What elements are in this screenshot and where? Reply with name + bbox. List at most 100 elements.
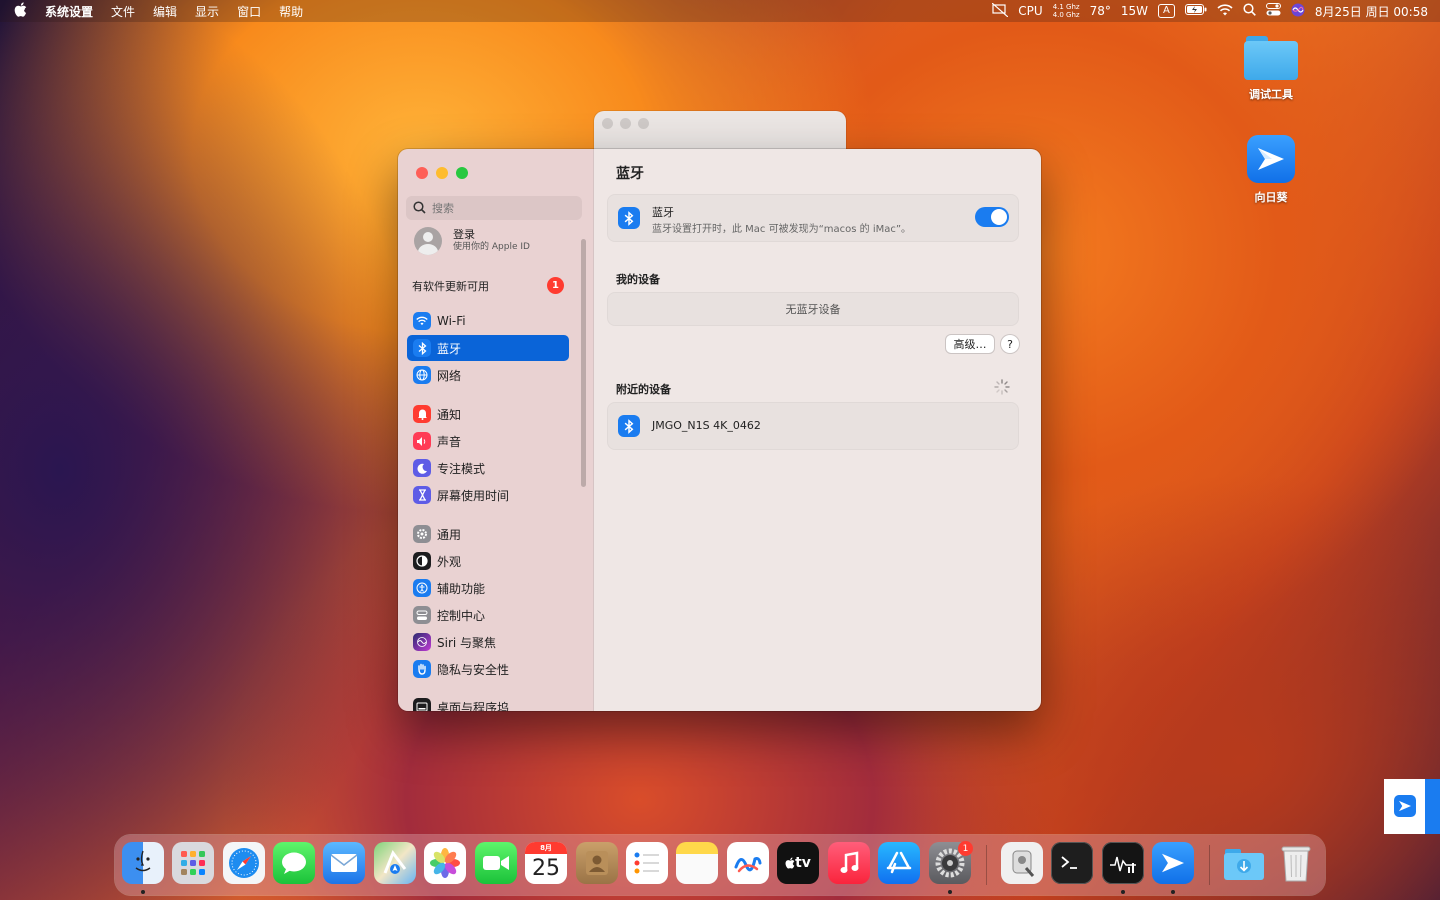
search-input[interactable]	[430, 200, 574, 216]
trash-icon[interactable]	[1275, 842, 1317, 884]
notes-icon[interactable]	[676, 842, 718, 884]
zoom-window-button[interactable]	[456, 167, 468, 179]
bluetooth-title: 蓝牙	[652, 206, 674, 219]
music-icon[interactable]	[828, 842, 870, 884]
finder-icon[interactable]	[122, 842, 164, 884]
sidebar-item-label: Siri 与聚焦	[437, 635, 497, 650]
menu-help[interactable]: 帮助	[279, 3, 303, 20]
wifi-status-icon[interactable]	[1217, 3, 1233, 19]
nearby-device-row[interactable]: JMGO_N1S 4K_0462	[608, 403, 1018, 449]
sidebar: 登录 使用你的 Apple ID 有软件更新可用 1 Wi-Fi 蓝牙 网络	[398, 149, 594, 711]
sidebar-item-appearance[interactable]: 外观	[407, 548, 569, 574]
sidebar-item-general[interactable]: 通用	[407, 521, 569, 547]
temperature-readout[interactable]: 78°	[1090, 4, 1111, 18]
menu-app-name[interactable]: 系统设置	[45, 3, 93, 20]
app-store-icon[interactable]	[878, 842, 920, 884]
sidebar-item-screen-time[interactable]: 屏幕使用时间	[407, 482, 569, 508]
disk-utility-icon[interactable]	[1001, 842, 1043, 884]
window-controls	[416, 167, 468, 179]
downloads-folder-icon[interactable]	[1223, 842, 1265, 884]
safari-icon[interactable]	[223, 842, 265, 884]
menubar-clock[interactable]: 8月25日 周日 00:58	[1315, 3, 1428, 20]
sidebar-scrollbar[interactable]	[581, 239, 586, 487]
moon-icon	[413, 459, 431, 477]
menu-view[interactable]: 显示	[195, 3, 219, 20]
messages-icon[interactable]	[273, 842, 315, 884]
background-window[interactable]	[594, 111, 846, 151]
cpu-frequency[interactable]: 4.1 Ghz 4.0 Ghz	[1053, 3, 1080, 19]
speaker-icon	[413, 432, 431, 450]
activity-monitor-icon[interactable]	[1102, 842, 1144, 884]
bluetooth-toggle[interactable]	[975, 207, 1009, 227]
sidebar-item-desktop-dock[interactable]: 桌面与程序坞	[407, 694, 569, 711]
software-update-row[interactable]: 有软件更新可用 1	[412, 277, 564, 294]
apple-tv-label: tv	[795, 855, 811, 871]
sidebar-item-notifications[interactable]: 通知	[407, 401, 569, 427]
apple-menu-icon[interactable]	[14, 2, 27, 20]
sidebar-item-accessibility[interactable]: 辅助功能	[407, 575, 569, 601]
desktop-folder-debug-tools[interactable]: 调试工具	[1231, 36, 1311, 102]
calendar-icon[interactable]: 8月 25	[525, 842, 567, 884]
running-indicator	[1121, 890, 1125, 894]
menu-file[interactable]: 文件	[111, 3, 135, 20]
battery-icon[interactable]	[1184, 4, 1207, 18]
sunlogin-floating-widget[interactable]	[1384, 779, 1440, 834]
nearby-devices-heading: 附近的设备	[616, 383, 671, 396]
sidebar-item-network[interactable]: 网络	[407, 362, 569, 388]
sidebar-item-control-center[interactable]: 控制中心	[407, 602, 569, 628]
sidebar-item-focus[interactable]: 专注模式	[407, 455, 569, 481]
menu-edit[interactable]: 编辑	[153, 3, 177, 20]
help-button[interactable]: ?	[1001, 335, 1019, 353]
cpu-label[interactable]: CPU	[1018, 4, 1042, 18]
sidebar-item-label: 桌面与程序坞	[437, 700, 510, 712]
freeform-icon[interactable]	[727, 842, 769, 884]
minimize-window-button[interactable]	[436, 167, 448, 179]
folder-icon	[1244, 36, 1298, 80]
sidebar-item-privacy[interactable]: 隐私与安全性	[407, 656, 569, 682]
siri-icon[interactable]	[1291, 3, 1305, 20]
maps-icon[interactable]	[374, 842, 416, 884]
account-title: 登录	[453, 228, 475, 241]
my-devices-list: 无蓝牙设备	[608, 293, 1018, 325]
close-window-button[interactable]	[416, 167, 428, 179]
running-indicator	[141, 890, 145, 894]
apple-id-login[interactable]: 登录 使用你的 Apple ID	[414, 227, 530, 255]
loading-spinner-icon	[994, 379, 1010, 395]
cpu-freq-1: 4.1 Ghz	[1052, 3, 1080, 11]
input-method-icon[interactable]: A	[1158, 4, 1175, 18]
sidebar-item-label: 隐私与安全性	[437, 662, 510, 677]
sidebar-item-sound[interactable]: 声音	[407, 428, 569, 454]
apple-tv-icon[interactable]: tv	[777, 842, 819, 884]
control-center-icon[interactable]	[1265, 3, 1281, 19]
cpu-freq-2: 4.0 Ghz	[1052, 11, 1080, 19]
dock-separator	[986, 845, 987, 885]
terminal-icon[interactable]	[1051, 842, 1093, 884]
reminders-icon[interactable]	[626, 842, 668, 884]
menu-window[interactable]: 窗口	[237, 3, 261, 20]
desktop-app-sunlogin[interactable]: 向日葵	[1231, 135, 1311, 205]
search-field[interactable]	[406, 196, 582, 220]
spotlight-search-icon[interactable]	[1243, 3, 1256, 19]
sidebar-item-wifi[interactable]: Wi-Fi	[407, 308, 569, 334]
settings-update-badge: 1	[958, 841, 973, 856]
sidebar-item-bluetooth[interactable]: 蓝牙	[407, 335, 569, 361]
contacts-icon[interactable]	[576, 842, 618, 884]
sunlogin-icon[interactable]	[1152, 842, 1194, 884]
sidebar-item-siri[interactable]: Siri 与聚焦	[407, 629, 569, 655]
photos-icon[interactable]	[424, 842, 466, 884]
launchpad-icon[interactable]	[172, 842, 214, 884]
dock: 8月 25 tv 1	[115, 835, 1325, 895]
bluetooth-toggle-card: 蓝牙 蓝牙设置打开时，此 Mac 可被发现为“macos 的 iMac”。	[608, 195, 1018, 241]
facetime-icon[interactable]	[475, 842, 517, 884]
desktop-icon-label: 向日葵	[1254, 191, 1288, 204]
system-settings-window: 登录 使用你的 Apple ID 有软件更新可用 1 Wi-Fi 蓝牙 网络	[398, 149, 1041, 711]
power-readout[interactable]: 15W	[1121, 4, 1148, 18]
hand-icon	[413, 660, 431, 678]
advanced-button[interactable]: 高级…	[946, 335, 994, 353]
widget-handle[interactable]	[1425, 779, 1440, 834]
display-mirror-icon[interactable]	[991, 2, 1009, 20]
wifi-icon	[413, 312, 431, 330]
bluetooth-icon	[413, 339, 431, 357]
siri-icon	[413, 633, 431, 651]
mail-icon[interactable]	[323, 842, 365, 884]
